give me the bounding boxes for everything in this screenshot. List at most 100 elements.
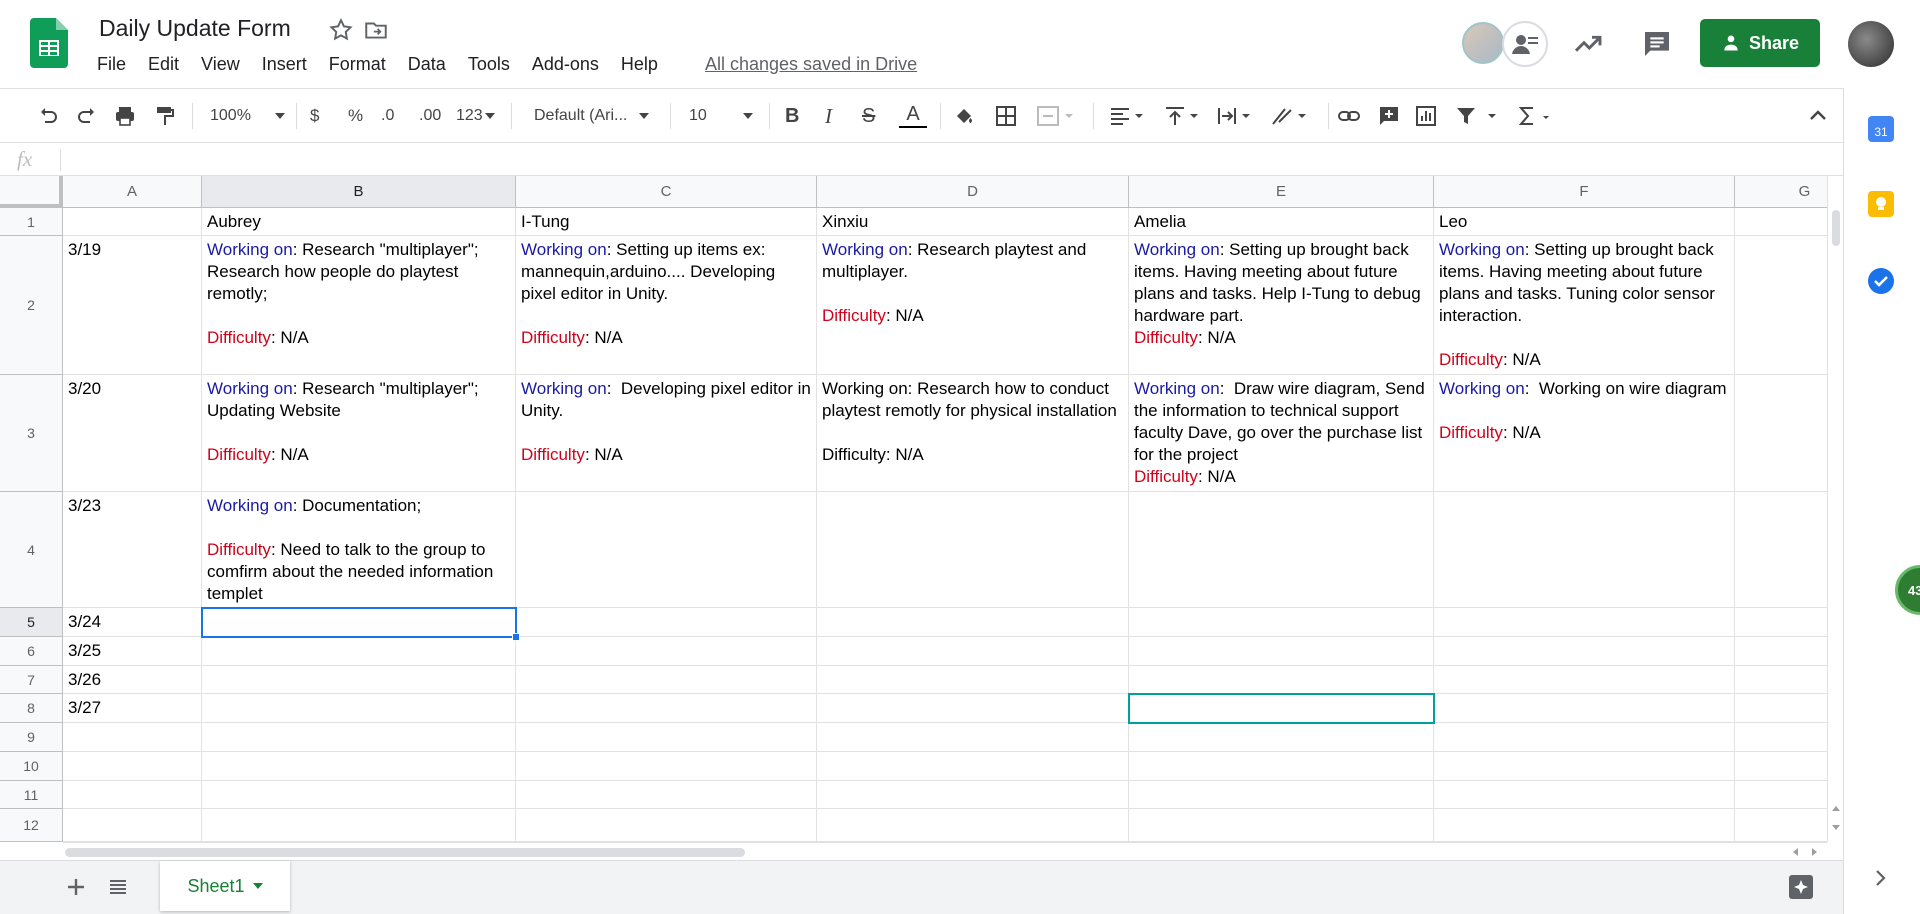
cell-d9[interactable] [817,723,1129,752]
explore-icon[interactable] [1788,874,1814,900]
cell-c7[interactable] [516,666,817,694]
cell-c3[interactable]: Working on: Developing pixel editor in U… [516,375,817,492]
cell-d10[interactable] [817,752,1129,781]
anonymous-viewers-avatar[interactable] [1502,21,1548,67]
save-status[interactable]: All changes saved in Drive [705,54,917,75]
more-formats-select[interactable]: 123 [456,104,495,128]
cell-g5[interactable] [1735,608,1827,637]
scroll-left-arrow-icon[interactable] [1791,847,1799,857]
menu-view[interactable]: View [201,54,250,75]
cell-g12[interactable] [1735,809,1827,842]
cell-a1[interactable] [63,208,202,236]
share-button[interactable]: Share [1700,19,1820,67]
scroll-right-arrow-icon[interactable] [1811,847,1819,857]
collaborator-avatar[interactable] [1462,22,1504,64]
cell-c9[interactable] [516,723,817,752]
cell-d8[interactable] [817,694,1129,723]
cell-b10[interactable] [202,752,516,781]
activity-dashboard-icon[interactable] [1572,28,1604,60]
cell-a5[interactable]: 3/24 [63,608,202,637]
cell-f1[interactable]: Leo [1434,208,1735,236]
insert-comment-button[interactable] [1377,104,1401,128]
cell-c12[interactable] [516,809,817,842]
text-color-button[interactable]: A [899,104,927,128]
all-sheets-icon[interactable] [108,877,128,897]
borders-button[interactable] [994,104,1018,128]
cell-f4[interactable] [1434,492,1735,608]
scroll-down-arrow-icon[interactable] [1831,824,1841,832]
percent-format-button[interactable]: % [348,104,363,128]
cell-e3[interactable]: Working on: Draw wire diagram, Send the … [1129,375,1434,492]
row-header-1[interactable]: 1 [0,208,63,236]
vertical-scroll-thumb[interactable] [1832,210,1840,246]
menu-insert[interactable]: Insert [262,54,317,75]
menu-addons[interactable]: Add-ons [532,54,609,75]
menu-format[interactable]: Format [329,54,396,75]
select-all-corner[interactable] [0,176,63,208]
cell-b4[interactable]: Working on: Documentation; Difficulty: Ne… [202,492,516,608]
comments-icon[interactable] [1641,28,1673,60]
italic-button[interactable]: I [825,104,832,128]
cell-b3[interactable]: Working on: Research "multiplayer"; Upda… [202,375,516,492]
cell-b2[interactable]: Working on: Research "multiplayer"; Rese… [202,236,516,375]
cell-e7[interactable] [1129,666,1434,694]
formula-input[interactable] [72,149,1822,171]
cell-e10[interactable] [1129,752,1434,781]
paint-format-button[interactable] [153,104,177,128]
cell-a7[interactable]: 3/26 [63,666,202,694]
cell-b7[interactable] [202,666,516,694]
row-header-6[interactable]: 6 [0,637,63,666]
scroll-up-arrow-icon[interactable] [1831,804,1841,812]
insert-link-button[interactable] [1337,104,1361,128]
account-avatar[interactable] [1848,21,1894,67]
cell-a8[interactable]: 3/27 [63,694,202,723]
redo-button[interactable] [75,104,99,128]
cell-f8[interactable] [1434,694,1735,723]
zoom-select[interactable]: 100% [210,104,285,128]
cell-f2[interactable]: Working on: Setting up brought back item… [1434,236,1735,375]
document-title[interactable]: Daily Update Form [99,15,291,42]
cell-d4[interactable] [817,492,1129,608]
bold-button[interactable]: B [785,104,799,128]
cell-a10[interactable] [63,752,202,781]
cell-c6[interactable] [516,637,817,666]
cell-g8[interactable] [1735,694,1827,723]
cell-e6[interactable] [1129,637,1434,666]
cell-f3[interactable]: Working on: Working on wire diagram Diffi… [1434,375,1735,492]
collapse-menus-button[interactable] [1806,104,1830,128]
add-sheet-icon[interactable] [66,877,86,897]
cell-g1[interactable] [1735,208,1827,236]
cell-a3[interactable]: 3/20 [63,375,202,492]
cell-f6[interactable] [1434,637,1735,666]
row-header-3[interactable]: 3 [0,375,63,492]
cell-d12[interactable] [817,809,1129,842]
horizontal-scroll-thumb[interactable] [65,848,745,857]
cell-d7[interactable] [817,666,1129,694]
vertical-scrollbar[interactable] [1827,176,1843,842]
horizontal-align-button[interactable] [1108,104,1148,128]
menu-tools[interactable]: Tools [468,54,520,75]
row-header-8[interactable]: 8 [0,694,63,723]
increase-decimal-button[interactable]: .00 [419,104,441,128]
text-rotation-button[interactable] [1270,104,1310,128]
cell-g2[interactable] [1735,236,1827,375]
merge-cells-button[interactable] [1035,104,1075,128]
horizontal-scrollbar[interactable] [63,842,1827,860]
cell-g11[interactable] [1735,781,1827,809]
cell-e4[interactable] [1129,492,1434,608]
star-icon[interactable] [328,17,354,43]
menu-edit[interactable]: Edit [148,54,189,75]
insert-chart-button[interactable] [1414,104,1438,128]
cell-d1[interactable]: Xinxiu [817,208,1129,236]
cell-c5[interactable] [516,608,817,637]
cell-g6[interactable] [1735,637,1827,666]
cell-b12[interactable] [202,809,516,842]
filter-button[interactable] [1454,104,1500,128]
cell-e2[interactable]: Working on: Setting up brought back item… [1129,236,1434,375]
cell-d2[interactable]: Working on: Research playtest and multip… [817,236,1129,375]
cell-e12[interactable] [1129,809,1434,842]
font-size-select[interactable]: 10 [689,104,753,128]
row-header-4[interactable]: 4 [0,492,63,608]
sheet-menu-caret-icon[interactable] [252,883,263,889]
column-header-a[interactable]: A [63,176,202,208]
